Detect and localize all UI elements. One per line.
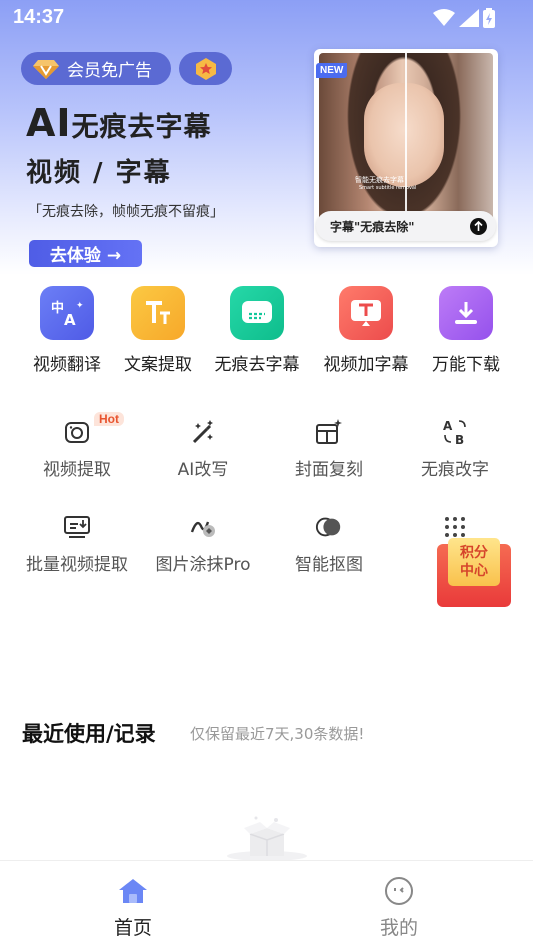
nav-label-home: 首页 xyxy=(113,917,152,939)
nav-home[interactable]: 首页 xyxy=(0,861,266,948)
hero-description: 「无痕去除，帧帧无痕不留痕」 xyxy=(28,204,224,220)
svg-text:中: 中 xyxy=(51,300,64,316)
feature-preview-card[interactable]: 智能无痕去字幕 Smart subtitle removal NEW 字幕"无痕… xyxy=(314,49,498,247)
subtitle-remove-icon xyxy=(230,286,284,340)
tool-label: 无痕改字 xyxy=(421,460,489,480)
tool-cutout[interactable]: 智能抠图 xyxy=(266,513,392,575)
cutout-icon xyxy=(315,513,343,541)
hero-title-rest: 无痕去字幕 xyxy=(71,112,212,143)
tool-label: 万能下载 xyxy=(432,355,500,375)
tool-subtitle-remove[interactable]: 无痕去字幕 xyxy=(202,283,312,375)
batch-extract-icon xyxy=(63,513,91,541)
tool-downloader[interactable]: 万能下载 xyxy=(411,283,521,375)
bottom-nav: 首页 我的 xyxy=(0,860,533,948)
tool-label: 图片涂抹Pro xyxy=(155,555,251,575)
tool-label: 智能抠图 xyxy=(295,555,363,575)
text-replace-icon: AB xyxy=(441,418,469,446)
status-time: 14:37 xyxy=(13,6,65,28)
points-center-button[interactable]: 积分 中心 xyxy=(437,538,511,607)
try-now-button[interactable]: 去体验 → xyxy=(29,240,142,267)
tool-label: 批量视频提取 xyxy=(26,555,128,575)
tool-label: 无痕去字幕 xyxy=(214,355,300,375)
download-icon xyxy=(439,286,493,340)
preview-photo: 智能无痕去字幕 Smart subtitle removal xyxy=(319,53,493,233)
svg-text:A: A xyxy=(443,419,453,433)
nav-label-profile: 我的 xyxy=(379,917,418,939)
cover-copy-icon xyxy=(315,418,343,446)
vip-label: 会员免广告 xyxy=(67,61,152,81)
status-icons xyxy=(433,8,495,28)
tool-label: 封面复刻 xyxy=(295,460,363,480)
svg-text:B: B xyxy=(455,433,464,446)
image-erase-icon xyxy=(189,513,217,541)
tool-ai-rewrite[interactable]: AI改写 xyxy=(140,418,266,480)
main-tools-row: 中 A ✦ 视频翻译 文案提取 无痕去字幕 视频加字幕 万能下载 xyxy=(0,283,533,378)
tool-label: 文案提取 xyxy=(124,355,192,375)
hero-subtitle: 视频 / 字幕 xyxy=(26,158,172,188)
points-center-label: 积分 中心 xyxy=(448,538,500,586)
hero-title: AI无痕去字幕 xyxy=(26,101,212,145)
preview-subtitle-en: Smart subtitle removal xyxy=(359,185,417,191)
home-icon xyxy=(117,875,149,907)
tool-batch-extract[interactable]: 批量视频提取 xyxy=(14,513,140,575)
nav-profile[interactable]: 我的 xyxy=(266,861,532,948)
text-extract-icon xyxy=(131,286,185,340)
status-bar: 14:37 xyxy=(0,0,533,36)
tool-text-replace[interactable]: AB 无痕改字 xyxy=(392,418,518,480)
diamond-icon xyxy=(33,59,59,79)
recent-section-title: 最近使用/记录 xyxy=(22,722,156,746)
tool-label: 视频提取 xyxy=(43,460,111,480)
signal-icon xyxy=(459,9,479,27)
hot-badge: Hot xyxy=(94,412,124,426)
tool-image-erase[interactable]: 图片涂抹Pro xyxy=(140,513,266,575)
profile-icon xyxy=(383,875,415,907)
caption-bar: 字幕"无痕去除" xyxy=(316,211,496,241)
points-line1: 积分 xyxy=(460,545,488,561)
medal-icon xyxy=(195,57,216,80)
medal-button[interactable] xyxy=(179,52,232,85)
empty-box-illustration xyxy=(224,816,310,862)
tool-label: 视频加字幕 xyxy=(323,355,409,375)
tool-cover-copy[interactable]: 封面复刻 xyxy=(266,418,392,480)
video-extract-icon xyxy=(63,418,91,446)
send-arrow-icon xyxy=(470,218,487,235)
tool-label: AI改写 xyxy=(177,460,229,480)
hero-title-ai: AI xyxy=(26,101,72,145)
svg-text:✦: ✦ xyxy=(76,301,84,311)
points-line2: 中心 xyxy=(460,563,488,579)
svg-text:A: A xyxy=(64,311,76,328)
recent-section-note: 仅保留最近7天,30条数据! xyxy=(190,725,365,743)
tool-video-extract[interactable]: Hot 视频提取 xyxy=(14,412,140,480)
magic-wand-icon xyxy=(189,418,217,446)
translate-icon: 中 A ✦ xyxy=(40,286,94,340)
vip-ad-free-button[interactable]: 会员免广告 xyxy=(21,52,171,85)
add-subtitle-icon xyxy=(339,286,393,340)
tool-text-extract[interactable]: 文案提取 xyxy=(103,283,213,375)
wifi-icon xyxy=(433,9,455,26)
new-badge: NEW xyxy=(316,63,348,78)
caption-text: 字幕"无痕去除" xyxy=(330,219,415,234)
battery-icon xyxy=(483,8,495,28)
more-grid-icon xyxy=(441,513,469,541)
split-line xyxy=(405,53,407,233)
preview-subtitle: 智能无痕去字幕 xyxy=(355,176,404,184)
tool-add-subtitle[interactable]: 视频加字幕 xyxy=(311,283,421,375)
